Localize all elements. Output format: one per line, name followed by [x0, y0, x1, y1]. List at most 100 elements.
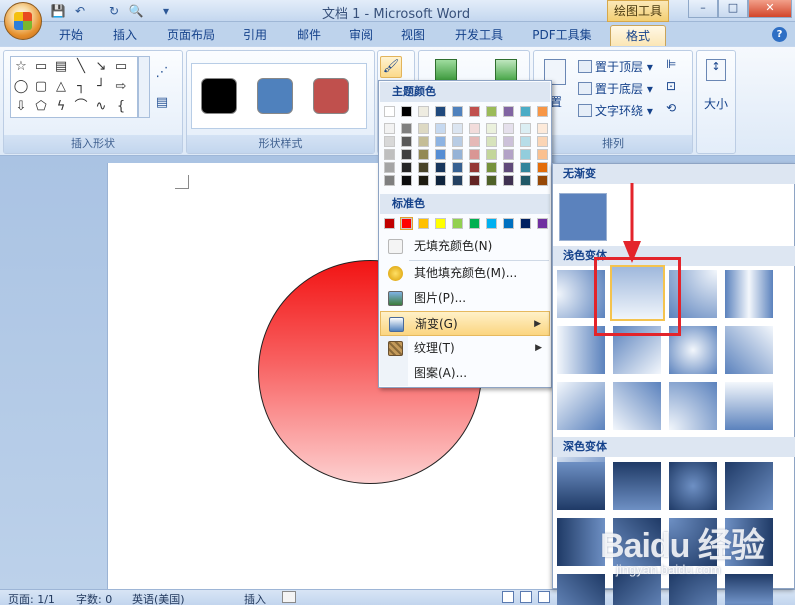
edit-shape-icon[interactable]: ⋰ [154, 65, 170, 81]
theme-color-swatch[interactable] [418, 106, 429, 117]
pentagon-shape-icon[interactable]: ⬠ [33, 99, 49, 115]
theme-color-swatch[interactable] [469, 149, 480, 160]
tab-review[interactable]: 审阅 [338, 25, 384, 46]
theme-color-swatch[interactable] [435, 123, 446, 134]
standard-color-swatch[interactable] [503, 218, 514, 229]
theme-color-swatch[interactable] [503, 106, 514, 117]
pattern-fill-menu-item[interactable]: 图案(A)... [380, 361, 550, 386]
dark-gradient-tile[interactable] [557, 462, 605, 510]
arrow-line-shape-icon[interactable]: ↘ [93, 59, 109, 75]
tab-pdf-tools[interactable]: PDF工具集 [524, 25, 600, 46]
standard-color-swatch[interactable] [452, 218, 463, 229]
theme-color-swatch[interactable] [503, 162, 514, 173]
curve-shape-icon[interactable]: ∿ [93, 99, 109, 115]
style-swatch-red[interactable] [313, 78, 349, 114]
word-count[interactable]: 字数: 0 [76, 591, 112, 605]
theme-color-swatch[interactable] [537, 136, 548, 147]
draw-textbox-icon[interactable]: ▤ [154, 95, 170, 111]
standard-color-swatch[interactable] [520, 218, 531, 229]
theme-color-swatch[interactable] [537, 149, 548, 160]
arc-shape-icon[interactable]: ⌒ [73, 99, 89, 115]
theme-color-swatch[interactable] [469, 162, 480, 173]
theme-color-swatch[interactable] [418, 175, 429, 186]
language-indicator[interactable]: 英语(美国) [132, 591, 185, 605]
theme-color-swatch[interactable] [435, 149, 446, 160]
theme-color-swatch[interactable] [503, 149, 514, 160]
rectangle-shape-icon[interactable]: ▭ [113, 59, 129, 75]
theme-color-swatch[interactable] [401, 106, 412, 117]
page-count[interactable]: 页面: 1/1 [8, 591, 55, 605]
theme-color-swatch[interactable] [452, 106, 463, 117]
shapes-gallery-scroll[interactable] [138, 56, 150, 118]
size-button[interactable]: 大小 [704, 95, 728, 112]
theme-color-swatch[interactable] [520, 175, 531, 186]
light-gradient-tile[interactable] [725, 326, 773, 374]
lightning-shape-icon[interactable]: ϟ [53, 99, 69, 115]
theme-color-swatch[interactable] [486, 106, 497, 117]
standard-color-swatch[interactable] [469, 218, 480, 229]
theme-color-swatch[interactable] [384, 162, 395, 173]
print-layout-view-icon[interactable] [502, 591, 514, 603]
dark-gradient-tile[interactable] [725, 574, 773, 605]
theme-color-swatch[interactable] [469, 106, 480, 117]
brace-shape-icon[interactable]: { [113, 99, 129, 115]
theme-color-swatch[interactable] [435, 162, 446, 173]
shape-fill-bucket-icon[interactable]: 🖌 [380, 56, 402, 78]
theme-color-swatch[interactable] [537, 106, 548, 117]
theme-color-swatch[interactable] [520, 149, 531, 160]
tab-home[interactable]: 开始 [48, 25, 94, 46]
close-button[interactable]: ✕ [748, 0, 792, 18]
theme-color-swatch[interactable] [401, 136, 412, 147]
standard-color-swatch[interactable] [537, 218, 548, 229]
theme-color-swatch[interactable] [384, 136, 395, 147]
customize-qat-icon[interactable]: ▾ [158, 3, 174, 19]
print-preview-icon[interactable]: 🔍 [128, 3, 144, 19]
theme-color-swatch[interactable] [401, 162, 412, 173]
no-fill-menu-item[interactable]: 无填充颜色(N) [380, 234, 550, 259]
no-gradient-tile[interactable] [559, 193, 607, 241]
tab-developer[interactable]: 开发工具 [446, 25, 512, 46]
theme-color-swatch[interactable] [469, 136, 480, 147]
web-layout-view-icon[interactable] [538, 591, 550, 603]
standard-color-swatch[interactable] [435, 218, 446, 229]
theme-color-swatch[interactable] [486, 149, 497, 160]
maximize-button[interactable]: □ [718, 0, 748, 18]
theme-color-swatch[interactable] [452, 123, 463, 134]
theme-color-swatch[interactable] [537, 162, 548, 173]
theme-color-swatch[interactable] [520, 162, 531, 173]
theme-color-swatch[interactable] [520, 136, 531, 147]
light-gradient-tile[interactable] [725, 270, 773, 318]
theme-color-swatch[interactable] [435, 136, 446, 147]
dark-gradient-tile[interactable] [613, 462, 661, 510]
oval-shape-icon[interactable]: ◯ [13, 79, 29, 95]
rotate-icon[interactable]: ⟲ [666, 101, 676, 115]
redo-icon[interactable]: ↻ [106, 3, 122, 19]
theme-color-swatch[interactable] [435, 106, 446, 117]
down-arrow-shape-icon[interactable]: ⇩ [13, 99, 29, 115]
shapes-gallery[interactable]: ☆ ▭ ▤ ╲ ↘ ▭ ◯ ▢ △ ┐ ┘ ⇨ ⇩ ⬠ ϟ ⌒ ∿ { [10, 56, 138, 118]
theme-color-swatch[interactable] [418, 136, 429, 147]
elbow-connector-shape-icon[interactable]: ┐ [73, 79, 89, 95]
dark-gradient-tile[interactable] [669, 462, 717, 510]
more-fill-colors-menu-item[interactable]: 其他填充颜色(M)... [380, 261, 550, 286]
light-gradient-tile[interactable] [613, 382, 661, 430]
style-swatch-blue[interactable] [257, 78, 293, 114]
theme-color-swatch[interactable] [384, 123, 395, 134]
align-icon[interactable]: ⊫ [666, 57, 676, 71]
3d-effects-icon[interactable] [495, 59, 517, 81]
tab-references[interactable]: 引用 [232, 25, 278, 46]
block-arrow-shape-icon[interactable]: ⇨ [113, 79, 129, 95]
dark-gradient-tile[interactable] [557, 518, 605, 566]
theme-color-swatch[interactable] [384, 149, 395, 160]
style-swatch-black[interactable] [201, 78, 237, 114]
dark-gradient-tile[interactable] [669, 574, 717, 605]
theme-color-swatch[interactable] [401, 123, 412, 134]
theme-color-swatch[interactable] [418, 162, 429, 173]
light-gradient-tile[interactable] [557, 382, 605, 430]
tab-mailings[interactable]: 邮件 [286, 25, 332, 46]
light-gradient-tile[interactable] [669, 382, 717, 430]
tab-page-layout[interactable]: 页面布局 [158, 25, 224, 46]
help-icon[interactable]: ? [772, 27, 787, 42]
rounded-rect-shape-icon[interactable]: ▢ [33, 79, 49, 95]
standard-color-swatch[interactable] [384, 218, 395, 229]
